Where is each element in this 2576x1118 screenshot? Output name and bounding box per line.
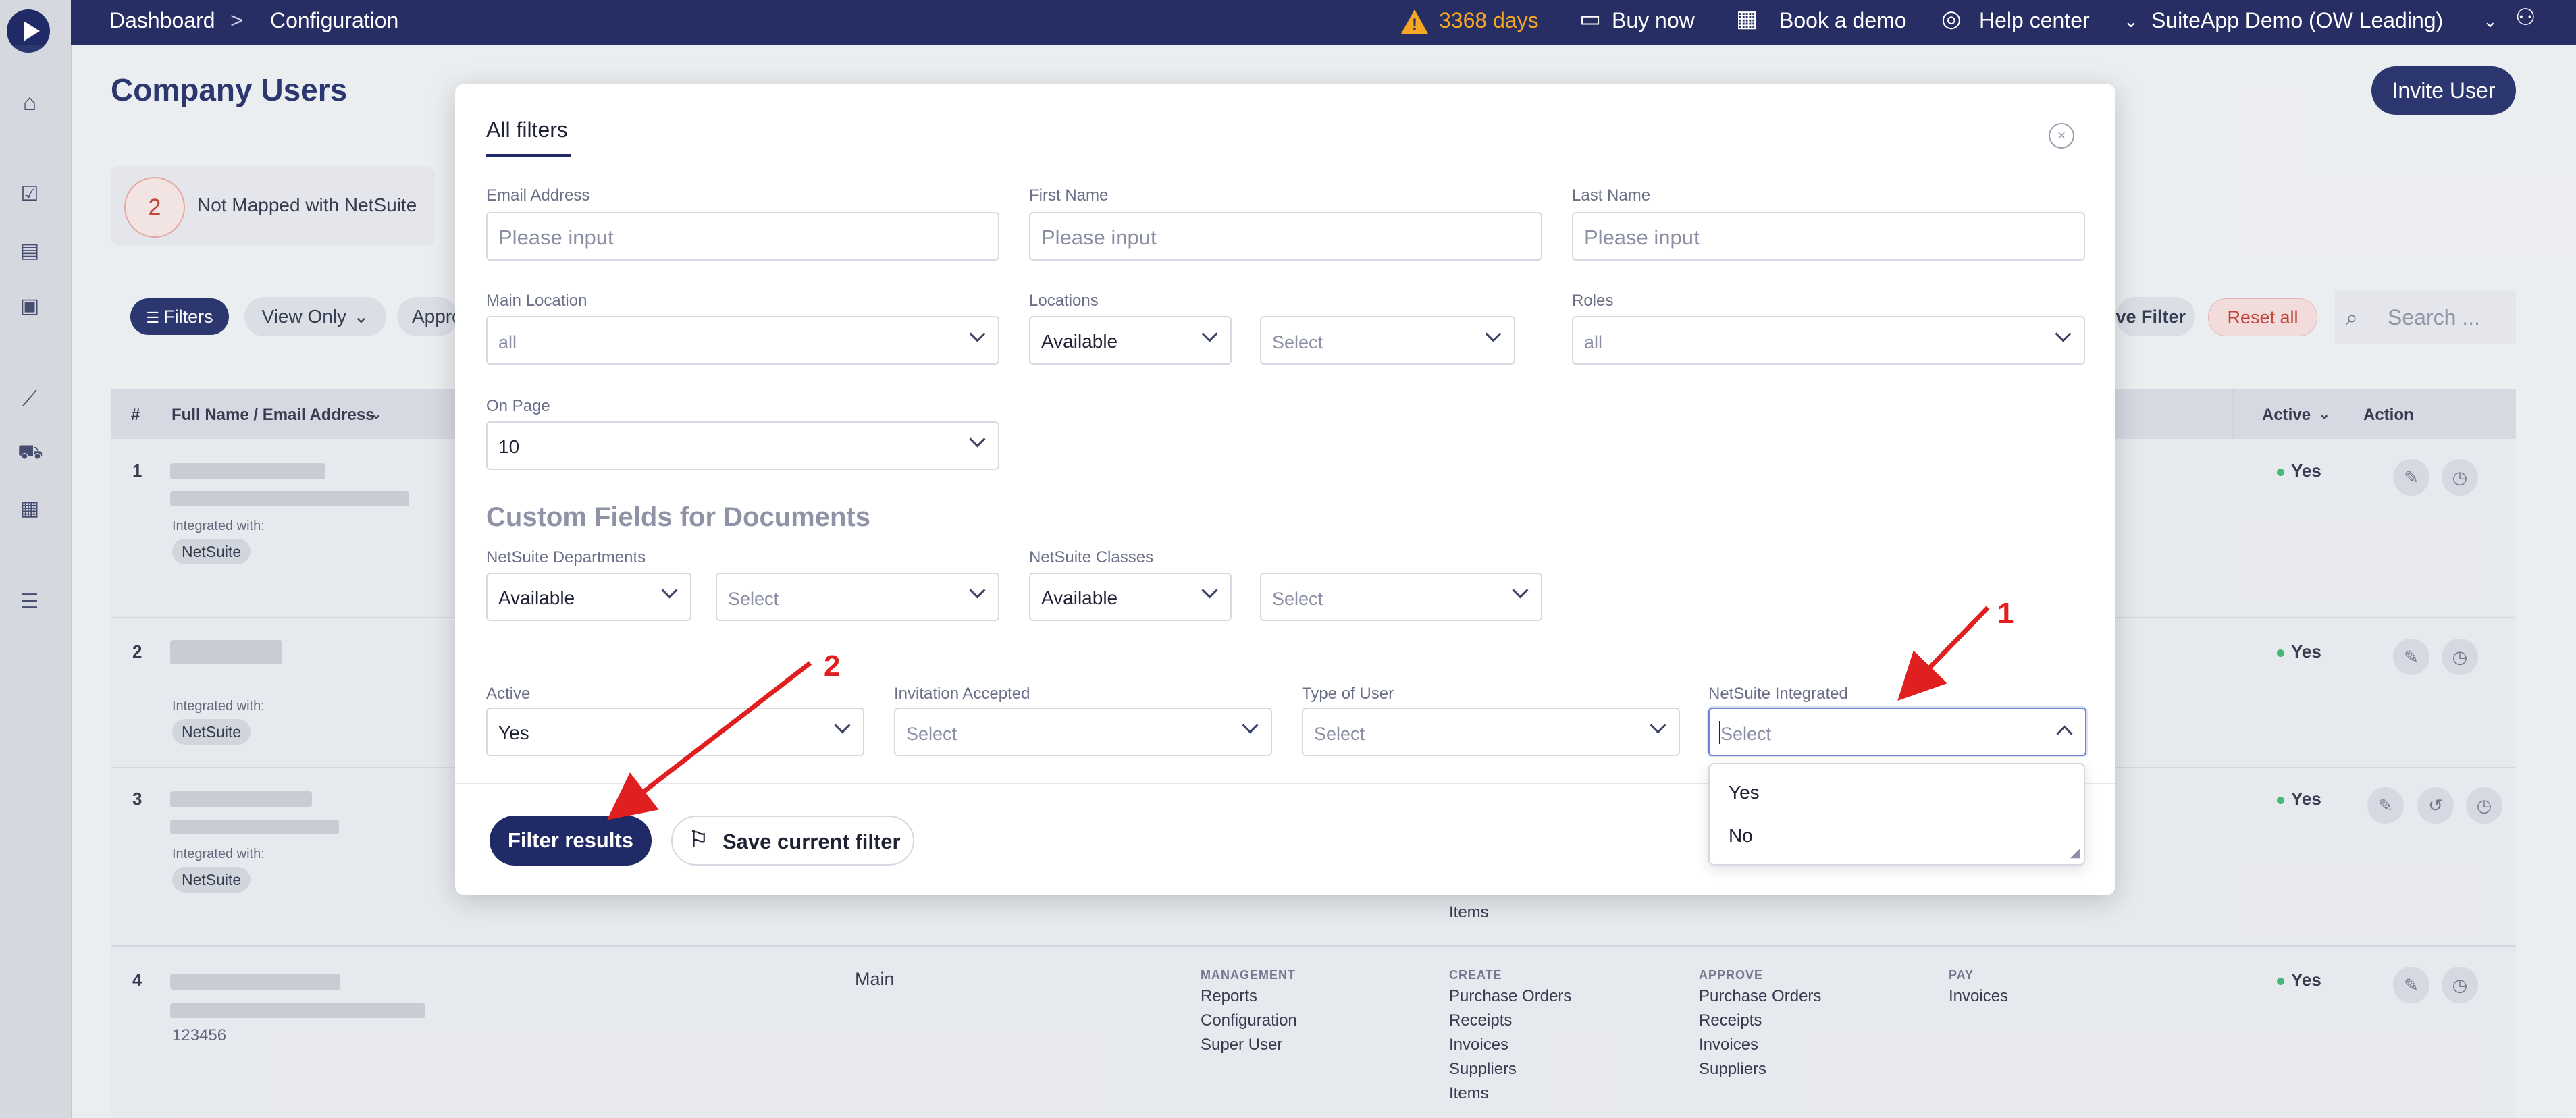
annotation-arrow-2 xyxy=(606,661,812,820)
annotation-arrow-1 xyxy=(1897,606,1990,701)
annotation-number-1: 1 xyxy=(1997,597,2014,630)
annotation-layer xyxy=(606,606,1990,820)
annotation-number-2: 2 xyxy=(824,649,841,683)
